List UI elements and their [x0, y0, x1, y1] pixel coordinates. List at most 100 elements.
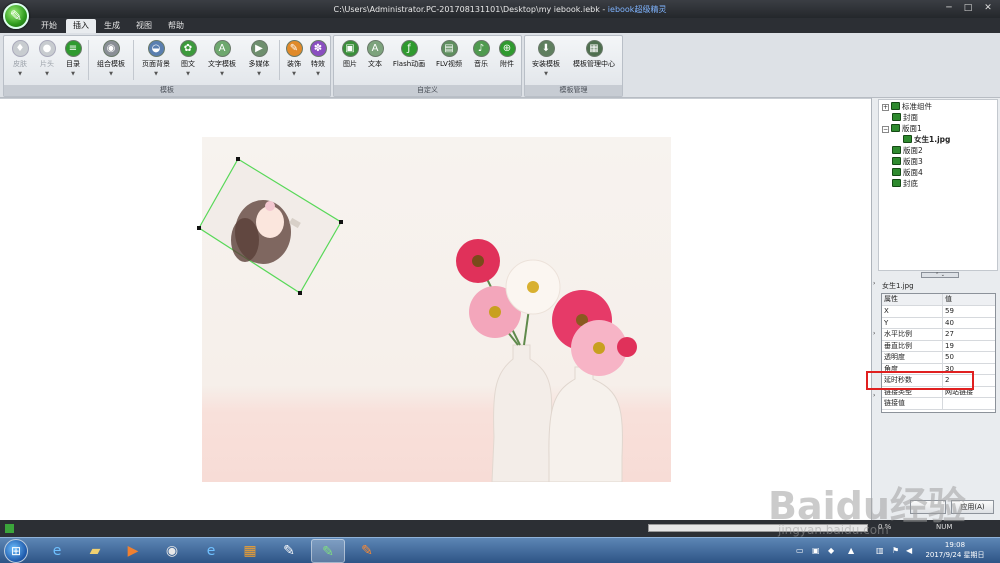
tab-start[interactable]: 开始	[34, 19, 64, 33]
expand-icon[interactable]: +	[882, 104, 889, 111]
multimedia-button[interactable]: ▶ 多媒体 ▼	[242, 40, 276, 82]
tab-help[interactable]: 帮助	[161, 19, 191, 33]
attachment-button[interactable]: ⊕ 附件	[495, 40, 519, 82]
tab-generate[interactable]: 生成	[97, 19, 127, 33]
close-icon[interactable]: ✕	[982, 3, 994, 14]
text-button[interactable]: A 文本	[363, 40, 387, 82]
header-value: 值	[942, 294, 995, 305]
prop-key: 透明度	[884, 353, 905, 361]
prop-row-hscale: 水平比例 27	[882, 329, 995, 341]
tree-node-cover[interactable]: 封面	[892, 112, 918, 123]
tree-node-back-cover[interactable]: 封底	[892, 178, 918, 189]
component-icon	[891, 102, 900, 110]
selected-image-girl[interactable]	[195, 150, 355, 305]
windows-store-icon[interactable]: ▦	[233, 539, 267, 563]
system-clock[interactable]: 19:08 2017/9/24 星期日	[920, 540, 990, 560]
combined-template-button[interactable]: ◉ 组合模板 ▼	[92, 40, 130, 82]
skin-button[interactable]: ♦ 皮肤 ▼	[7, 40, 33, 82]
tab-insert[interactable]: 插入	[66, 19, 96, 33]
prop-key: 链接值	[884, 399, 905, 407]
panel-splitter[interactable]: ⌃ ⌄	[921, 272, 959, 278]
text-icon: A	[366, 40, 384, 57]
text-template-button[interactable]: A 文字模板 ▼	[202, 40, 242, 82]
tray-app-icon-3[interactable]: ▲	[848, 546, 854, 555]
text-template-icon: A	[213, 40, 231, 57]
media-player-icon[interactable]: ▶	[116, 539, 150, 563]
tree-node-girl-image[interactable]: 女生1.jpg	[903, 134, 950, 145]
intro-button[interactable]: ● 片头 ▼	[35, 40, 59, 82]
tray-app-icon-2[interactable]: ◆	[828, 546, 834, 555]
num-lock-indicator: NUM	[936, 523, 953, 531]
flag-icon[interactable]: ⚑	[892, 546, 899, 555]
catalog-button[interactable]: ≡ 目录 ▼	[60, 40, 86, 82]
resize-handle-left[interactable]	[197, 226, 201, 230]
combined-template-icon: ◉	[102, 40, 120, 57]
apply-button[interactable]: 应用(A)	[951, 500, 994, 514]
resize-handle-right[interactable]	[339, 220, 343, 224]
template-manager-button[interactable]: ▦ 模板管理中心	[567, 40, 621, 82]
collapse-arrow-icon[interactable]: ›	[873, 280, 875, 287]
chrome-icon[interactable]: ◉	[155, 539, 189, 563]
window-title: C:\Users\Administrator.PC-201708131101\D…	[0, 4, 1000, 15]
page-background-icon: ◒	[147, 40, 165, 57]
page-background-button[interactable]: ◒ 页面背景 ▼	[136, 40, 176, 82]
keyboard-icon[interactable]: ▭	[796, 546, 804, 555]
tree-node-label: 女生1.jpg	[914, 135, 951, 144]
iebook-reader-icon[interactable]: ✎	[350, 539, 384, 563]
decoration-button[interactable]: ✎ 装饰 ▼	[282, 40, 306, 82]
prop-value[interactable]: 59	[942, 306, 995, 317]
picture-button[interactable]: ▣ 图片	[337, 40, 363, 82]
zoom-slider[interactable]	[648, 524, 868, 532]
clock-date: 2017/9/24 星期日	[925, 551, 985, 559]
zoom-level: 0 %	[878, 523, 892, 531]
collapse-arrow-icon-2[interactable]: ›	[873, 330, 875, 337]
music-button[interactable]: ♪ 音乐	[469, 40, 493, 82]
minimize-icon[interactable]: ─	[943, 3, 955, 14]
reset-button[interactable]	[910, 500, 946, 514]
page-icon	[892, 179, 901, 187]
app-logo-icon[interactable]: ✎	[3, 3, 29, 29]
window-path: C:\Users\Administrator.PC-201708131101\D…	[333, 5, 608, 14]
prop-value[interactable]: 27	[942, 329, 995, 340]
resize-handle-bottom[interactable]	[298, 291, 302, 295]
title-bar: C:\Users\Administrator.PC-201708131101\D…	[0, 0, 1000, 18]
volume-icon[interactable]: ◀	[906, 546, 912, 555]
ribbon-group-custom: ▣ 图片 A 文本 ƒ Flash动画 ▤ FLV视频 ♪ 音乐 ⊕ 附件 自定义	[333, 35, 522, 97]
ie-icon-2[interactable]: e	[194, 539, 228, 563]
tree-node-label: 标准组件	[902, 102, 932, 111]
skin-icon: ♦	[11, 40, 29, 57]
tray-app-icon[interactable]: ▣	[812, 546, 820, 555]
iebook-icon[interactable]: ✎	[311, 539, 345, 563]
prop-value[interactable]	[942, 398, 995, 409]
network-icon[interactable]: ▥	[876, 546, 884, 555]
collapse-icon[interactable]: −	[882, 126, 889, 133]
tree-node-layout1[interactable]: − 版面1	[882, 123, 922, 134]
template-manager-label: 模板管理中心	[573, 60, 615, 68]
taskbar: ⊞ e ▰ ▶ ◉ e ▦ ✎ ✎ ✎ ▭ ▣ ◆ ▲ ▥ ⚑ ◀ 19:08 2…	[0, 537, 1000, 563]
ie-icon[interactable]: e	[40, 539, 74, 563]
image-text-button[interactable]: ✿ 图文 ▼	[176, 40, 200, 82]
prop-value[interactable]: 40	[942, 317, 995, 329]
flv-video-button[interactable]: ▤ FLV视频	[432, 40, 466, 82]
install-template-button[interactable]: ⬇ 安装模板 ▼	[528, 40, 564, 82]
start-orb-icon[interactable]: ⊞	[4, 539, 28, 563]
paint-icon[interactable]: ✎	[272, 539, 306, 563]
tree-node-layout3[interactable]: 版面3	[892, 156, 923, 167]
tree-node-layout4[interactable]: 版面4	[892, 167, 923, 178]
maximize-icon[interactable]: □	[962, 3, 974, 14]
prop-value[interactable]: 19	[942, 340, 995, 352]
tab-view[interactable]: 视图	[129, 19, 159, 33]
folder-icon[interactable]: ▰	[78, 539, 112, 563]
collapse-arrow-icon-3[interactable]: ›	[873, 392, 875, 399]
install-template-icon: ⬇	[537, 40, 555, 57]
flash-button[interactable]: ƒ Flash动画	[389, 40, 429, 82]
status-indicator-icon	[5, 524, 14, 533]
prop-value[interactable]: 50	[942, 352, 995, 363]
page-icon	[891, 124, 900, 132]
app-name: iebook超级精灵	[607, 5, 667, 14]
effects-button[interactable]: ✽ 特效 ▼	[306, 40, 330, 82]
resize-handle-top[interactable]	[236, 157, 240, 161]
tree-node-standard-components[interactable]: + 标准组件	[882, 101, 932, 112]
tree-node-layout2[interactable]: 版面2	[892, 145, 923, 156]
skin-label: 皮肤	[13, 60, 27, 68]
